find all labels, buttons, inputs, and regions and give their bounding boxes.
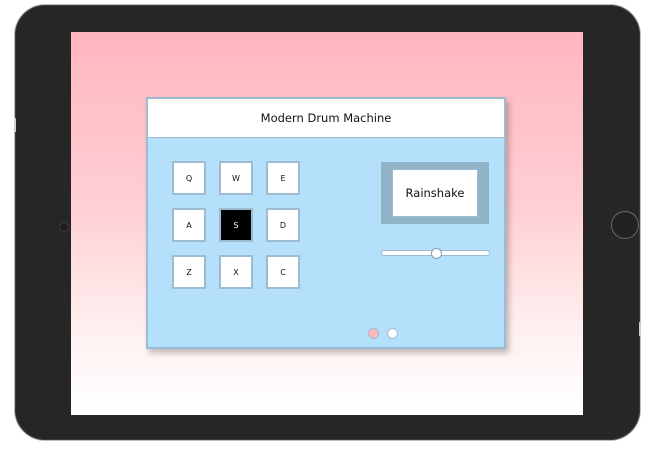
app-title: Modern Drum Machine	[148, 99, 504, 138]
side-button	[639, 322, 641, 336]
sound-name-display: Rainshake	[392, 169, 478, 217]
drum-pad-q[interactable]: Q	[172, 161, 206, 195]
drum-pad-w[interactable]: W	[219, 161, 253, 195]
tablet-screen: Modern Drum Machine QWE ASD ZXC Rainshake	[71, 32, 583, 415]
drum-pad-c[interactable]: C	[266, 255, 300, 289]
front-camera	[59, 222, 69, 232]
drum-pad-z[interactable]: Z	[172, 255, 206, 289]
drum-machine: Modern Drum Machine QWE ASD ZXC Rainshake	[146, 97, 506, 349]
drum-pad-e[interactable]: E	[266, 161, 300, 195]
volume-slider-thumb[interactable]	[430, 248, 442, 259]
display-panel: Rainshake	[381, 162, 489, 224]
drum-pad-a[interactable]: A	[172, 208, 206, 242]
bank-toggle[interactable]	[387, 328, 398, 339]
home-button[interactable]	[611, 211, 639, 239]
scene: Modern Drum Machine QWE ASD ZXC Rainshake	[0, 0, 670, 458]
volume-button	[14, 118, 16, 132]
drum-pad-d[interactable]: D	[266, 208, 300, 242]
drum-pad-x[interactable]: X	[219, 255, 253, 289]
volume-slider[interactable]	[381, 248, 490, 259]
power-toggle[interactable]	[368, 328, 379, 339]
drum-pad-s[interactable]: S	[219, 208, 253, 242]
